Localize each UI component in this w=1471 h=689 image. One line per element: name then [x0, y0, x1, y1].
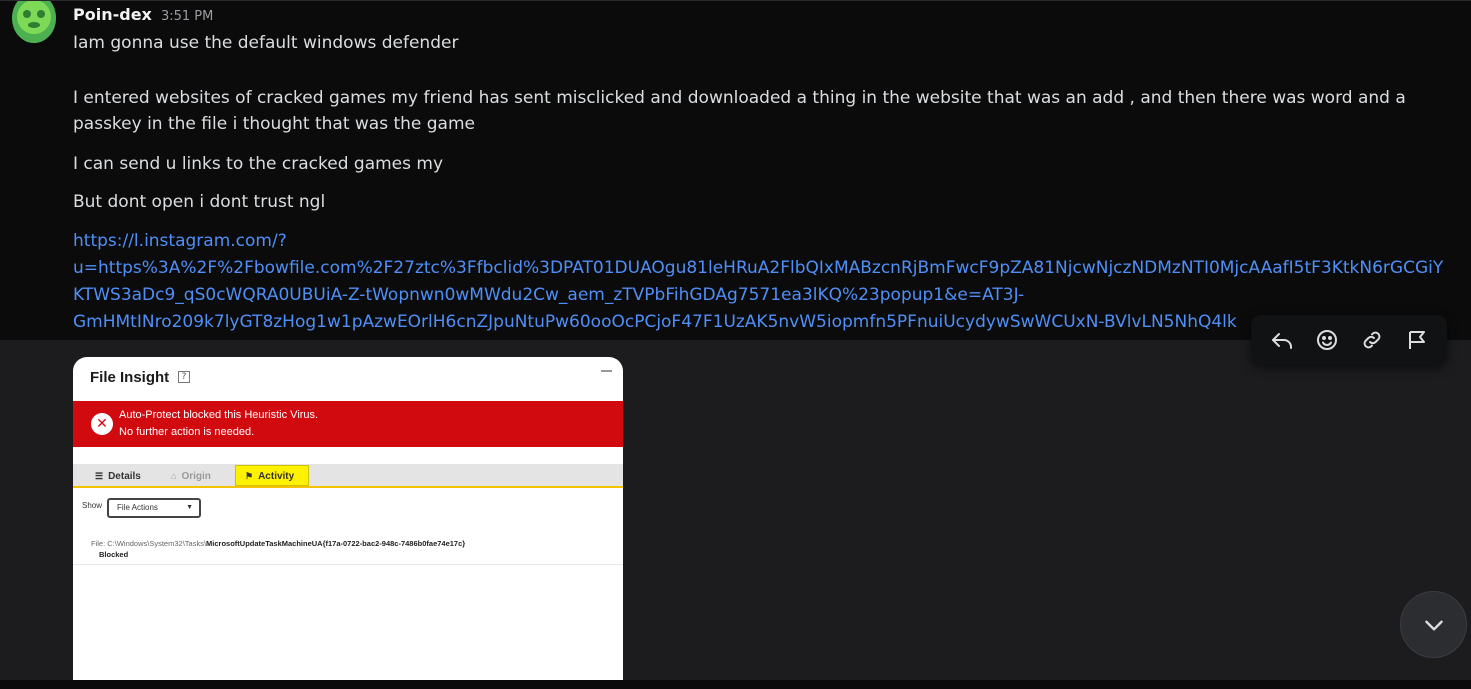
message-container: Poin-dex 3:51 PM Iam gonna use the defau…	[0, 0, 1471, 340]
alert-message: Auto-Protect blocked this Heuristic Viru…	[119, 409, 319, 421]
file-insight-title: File Insight	[90, 369, 170, 386]
message-hover-toolbar	[1251, 315, 1447, 365]
message-text-line: I can send u links to the cracked games …	[73, 154, 444, 174]
alert-submessage: No further action is needed.	[119, 426, 255, 438]
tab-activity-label: Activity	[258, 471, 295, 482]
list-icon: ☰	[95, 471, 104, 481]
divider	[73, 564, 623, 565]
message-link[interactable]: u=https%3A%2F%2Fbowfile.com%2F27ztc%3Ffb…	[73, 255, 1443, 281]
file-status: Blocked	[99, 550, 129, 559]
tab-origin: ⌂ Origin	[171, 466, 211, 486]
file-name: MicrosoftUpdateTaskMachineUA{f17a-0722-b…	[206, 539, 466, 548]
add-reaction-button[interactable]	[1309, 322, 1345, 358]
reply-icon	[1271, 333, 1292, 349]
timestamp: 3:51 PM	[160, 9, 214, 24]
tab-activity: ⚑ Activity	[235, 465, 310, 486]
show-select: File Actions ▼	[107, 498, 201, 518]
message-text-line: passkey in the file i thought that was t…	[73, 114, 475, 134]
copy-link-button[interactable]	[1354, 322, 1390, 358]
show-label: Show	[82, 501, 103, 510]
show-select-value: File Actions	[117, 503, 158, 512]
jump-to-present-button[interactable]	[1400, 591, 1467, 658]
message-link[interactable]: KTWS3aDc9_qS0cWQRA0UBUiA-Z-tWopnwn0wMWdu…	[73, 282, 1024, 308]
message-link[interactable]: GmHMtINro209k7lyGT8zHog1w1pAzwEOrlH6cnZJ…	[73, 309, 1237, 335]
reply-button[interactable]	[1264, 322, 1300, 358]
tab-details-label: Details	[108, 471, 141, 482]
emoji-icon	[1316, 330, 1337, 350]
home-icon: ⌂	[171, 471, 177, 481]
file-path: File: C:\Windows\System32\Tasks\Microsof…	[91, 539, 465, 548]
message-text-line: Iam gonna use the default windows defend…	[73, 33, 459, 53]
chevron-down-icon	[1424, 620, 1443, 631]
username[interactable]: Poin-dex	[73, 5, 152, 24]
bottom-divider	[0, 680, 1471, 689]
tab-details: ☰ Details	[95, 466, 141, 486]
tab-origin-label: Origin	[181, 471, 211, 482]
message-text-line: I entered websites of cracked games my f…	[73, 88, 1406, 108]
message-text-line: But dont open i dont trust ngl	[73, 192, 326, 212]
message-link[interactable]: https://l.instagram.com/?	[73, 228, 287, 254]
alert-banner: ✕ Auto-Protect blocked this Heuristic Vi…	[73, 401, 623, 447]
avatar[interactable]	[12, 1, 56, 43]
flag-icon: ⚑	[245, 471, 254, 481]
caret-down-icon: ▼	[186, 504, 193, 511]
help-icon: ?	[178, 371, 190, 383]
flag-icon	[1408, 331, 1425, 349]
error-icon: ✕	[91, 413, 113, 435]
link-icon	[1363, 331, 1380, 349]
message-header: Poin-dex 3:51 PM	[73, 5, 213, 25]
tab-strip: ☰ Details ⌂ Origin ⚑ Activity	[73, 464, 623, 488]
file-path-prefix: File: C:\Windows\System32\Tasks\	[91, 539, 207, 548]
image-attachment[interactable]: File Insight ? ✕ Auto-Protect blocked th…	[73, 357, 623, 680]
report-button[interactable]	[1399, 322, 1435, 358]
minimize-icon	[601, 370, 612, 372]
